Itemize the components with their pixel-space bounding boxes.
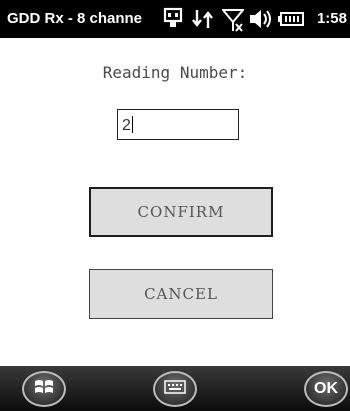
reading-number-input[interactable]: 2 — [117, 109, 239, 140]
text-caret — [131, 116, 133, 133]
connection-icon[interactable] — [162, 7, 184, 36]
confirm-button-label: CONFIRM — [137, 203, 225, 221]
app-title[interactable]: GDD Rx - 8 channe — [7, 10, 155, 27]
keyboard-button[interactable] — [153, 371, 197, 407]
cancel-button-label: CANCEL — [144, 285, 218, 303]
status-bar: GDD Rx - 8 channe 1:58 — [0, 0, 350, 38]
confirm-button[interactable]: CONFIRM — [89, 187, 273, 237]
input-value: 2 — [122, 117, 131, 134]
ok-button[interactable]: OK — [304, 371, 348, 407]
keyboard-icon — [164, 379, 186, 399]
windows-start-button[interactable] — [22, 371, 66, 407]
cancel-button[interactable]: CANCEL — [89, 269, 273, 319]
battery-icon[interactable] — [278, 7, 306, 36]
clock-time[interactable]: 1:58 — [317, 10, 347, 27]
bottom-soft-key-bar: OK — [0, 366, 350, 411]
ok-label: OK — [314, 380, 338, 397]
volume-icon[interactable] — [248, 7, 274, 36]
signal-off-icon[interactable] — [220, 7, 246, 38]
sync-icon[interactable] — [191, 7, 215, 36]
windows-start-icon — [34, 378, 54, 401]
reading-number-label: Reading Number: — [102, 63, 248, 82]
